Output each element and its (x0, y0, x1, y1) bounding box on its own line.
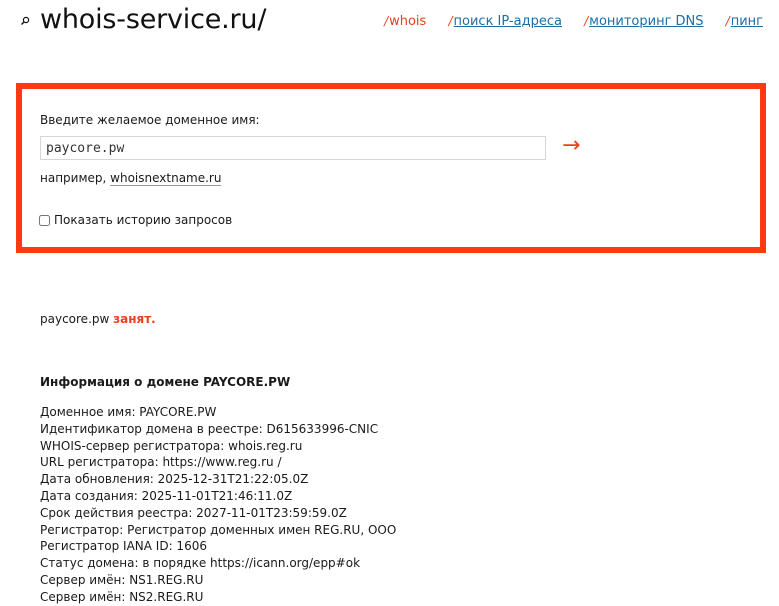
nav-separator: / (584, 14, 589, 28)
domain-input[interactable] (40, 136, 546, 160)
nav-item-whois[interactable]: whois (389, 14, 426, 29)
whois-info-line: Регистратор IANA ID: 1606 (40, 539, 207, 554)
site-logo[interactable]: whois-service.ru/ (40, 2, 266, 38)
nav-separator: / (384, 14, 389, 28)
whois-info-line: Идентификатор домена в реестре: D6156339… (40, 421, 379, 436)
nav-item-ping[interactable]: пинг (731, 14, 763, 29)
whois-info-line: Сервер имён: NS1.REG.RU (40, 572, 204, 587)
example-prefix: например, (40, 171, 107, 185)
history-label: Показать историю запросов (54, 213, 233, 227)
domain-status: paycore.pw занят. (40, 312, 156, 326)
example-hint: например, whoisnextname.ru (40, 171, 222, 186)
search-label: Введите желаемое доменное имя: (40, 113, 260, 127)
status-taken-badge: занят. (113, 312, 156, 326)
whois-info-line: WHOIS-сервер регистратора: whois.reg.ru (40, 438, 303, 453)
whois-info-line: Дата обновления: 2025-12-31T21:22:05.0Z (40, 472, 309, 487)
whois-info-line: Сервер имён: NS2.REG.RU (40, 589, 204, 604)
whois-info-line: URL регистратора: https://www.reg.ru / (40, 455, 282, 470)
whois-info-line: Статус домена: в порядке https://icann.o… (40, 556, 361, 571)
search-icon (21, 16, 30, 25)
top-navigation: /whois /поиск IP-адреса /мониторинг DNS … (384, 12, 763, 31)
whois-info-line: Регистратор: Регистратор доменных имен R… (40, 522, 397, 537)
example-link[interactable]: whoisnextname.ru (110, 171, 222, 186)
whois-info-line: Дата создания: 2025-11-01T21:46:11.0Z (40, 488, 293, 503)
search-form: Введите желаемое доменное имя: → наприме… (16, 83, 766, 253)
history-toggle[interactable]: Показать историю запросов (39, 213, 232, 227)
submit-arrow-button[interactable]: → (562, 133, 580, 159)
whois-info-line: Доменное имя: PAYCORE.PW (40, 405, 217, 419)
whois-info-line: Срок действия реестра: 2027-11-01T23:59:… (40, 505, 347, 520)
nav-item-dns-monitoring[interactable]: мониторинг DNS (589, 14, 703, 29)
nav-separator: / (725, 14, 730, 28)
info-title: Информация о домене PAYCORE.PW (40, 375, 291, 389)
history-checkbox[interactable] (39, 214, 50, 226)
nav-item-ip-lookup[interactable]: поиск IP-адреса (454, 14, 562, 29)
result-domain: paycore.pw (40, 312, 110, 326)
whois-info-list: Доменное имя: PAYCORE.PW Идентификатор до… (40, 404, 396, 606)
nav-separator: / (448, 14, 453, 28)
